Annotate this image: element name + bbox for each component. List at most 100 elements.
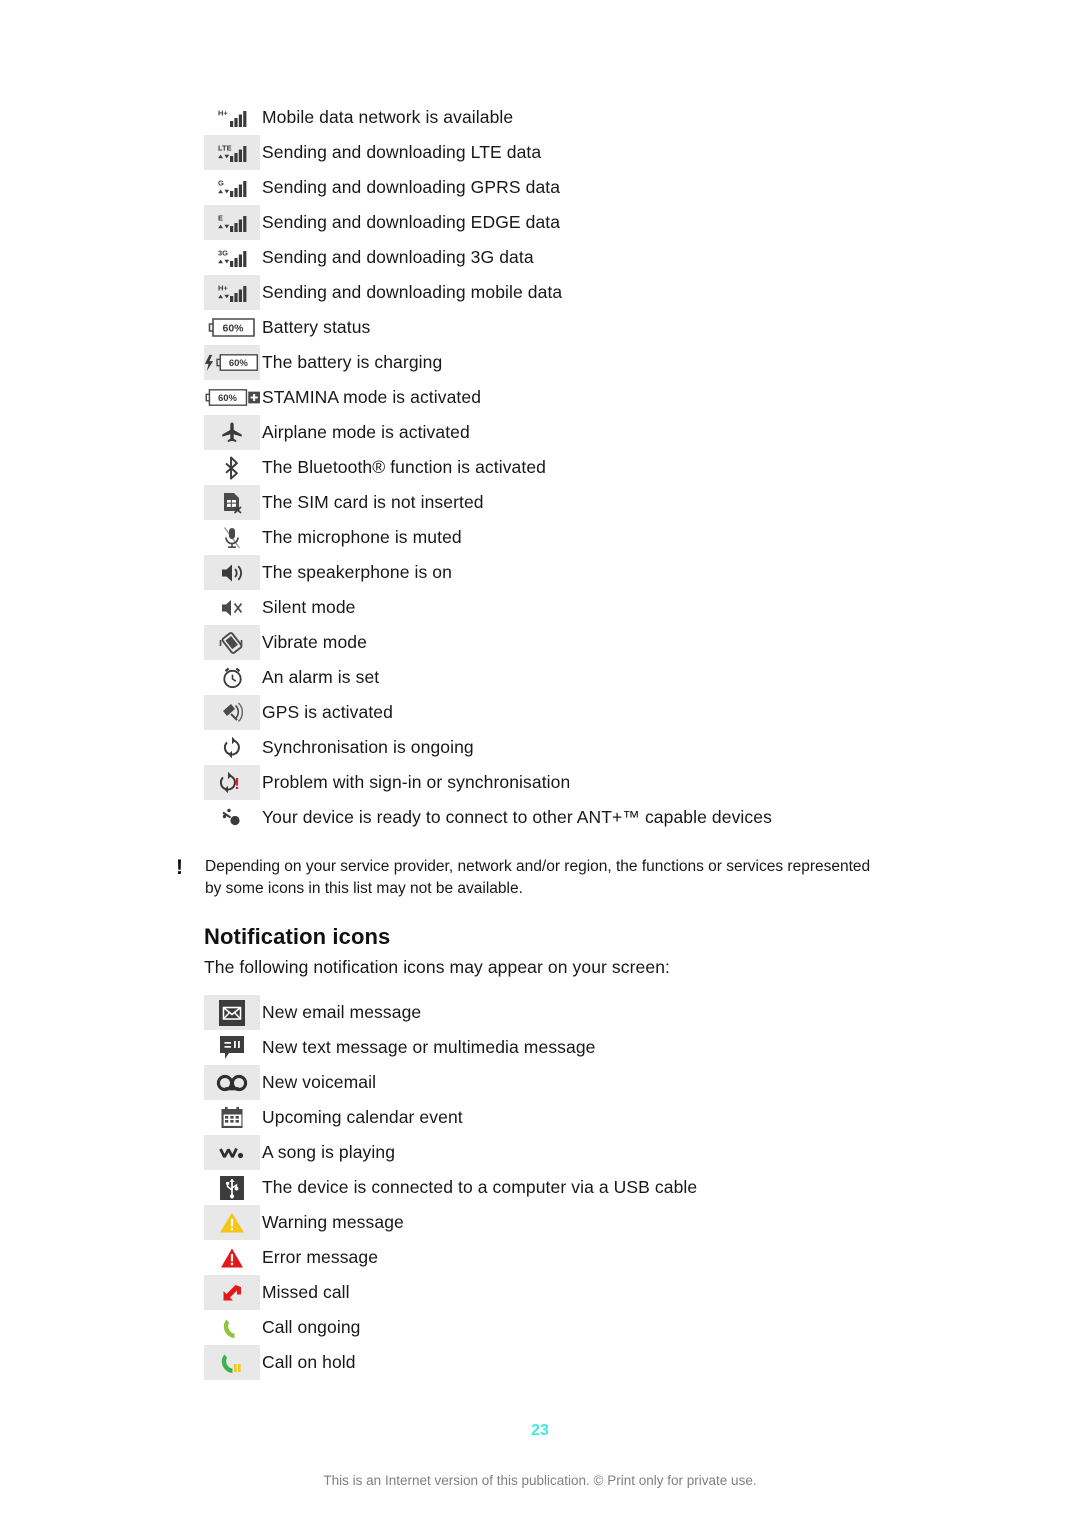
status-icons-table: H+ Mobile data network is available LTE … <box>204 100 1024 835</box>
svg-text:!: ! <box>234 776 239 793</box>
icon-description-label: The speakerphone is on <box>262 562 452 582</box>
icon-description-label: Silent mode <box>262 597 356 617</box>
icon-description-label: Synchronisation is ongoing <box>262 737 474 757</box>
table-row: Error message <box>204 1240 1024 1275</box>
svg-text:E: E <box>218 214 223 223</box>
icon-description-label: Vibrate mode <box>262 632 367 652</box>
icon-description-label: The Bluetooth® function is activated <box>262 457 547 477</box>
table-row: The device is connected to a computer vi… <box>204 1170 1024 1205</box>
icon-description-label: The microphone is muted <box>262 527 462 547</box>
table-row: Call ongoing <box>204 1310 1024 1345</box>
table-row: ! Problem with sign-in or synchronisation <box>204 765 1024 800</box>
icon-description-label: Upcoming calendar event <box>262 1107 463 1127</box>
page-title: Notification icons <box>204 924 391 949</box>
icon-description-label: New text message or multimedia message <box>262 1037 596 1057</box>
new-voicemail-icon <box>204 1065 260 1100</box>
icon-description-label: GPS is activated <box>262 702 393 722</box>
call-ongoing-icon <box>204 1310 260 1345</box>
note-exclamation-icon: ! <box>176 856 183 879</box>
manual-page: H+ Mobile data network is available LTE … <box>0 0 1080 1527</box>
table-row: Missed call <box>204 1275 1024 1310</box>
signal-mobile-data-icon: H+ <box>204 275 260 310</box>
note-block: ! Depending on your service provider, ne… <box>176 856 876 900</box>
table-row: Vibrate mode <box>204 625 1024 660</box>
icon-description-label: New voicemail <box>262 1072 377 1092</box>
icon-description-label: Sending and downloading 3G data <box>262 247 534 267</box>
gps-icon <box>204 695 260 730</box>
usb-connected-icon <box>204 1170 260 1205</box>
table-row: New voicemail <box>204 1065 1024 1100</box>
svg-text:60%: 60% <box>229 358 249 369</box>
icon-description-label: STAMINA mode is activated <box>262 387 482 407</box>
page-number: 23 <box>531 1422 549 1439</box>
table-row: Warning message <box>204 1205 1024 1240</box>
icon-description-label: Your device is ready to connect to other… <box>262 807 772 827</box>
table-row: The SIM card is not inserted <box>204 485 1024 520</box>
icon-description-label: Call on hold <box>262 1352 356 1372</box>
sim-card-missing-icon <box>204 485 260 520</box>
table-row: 60% Battery status <box>204 310 1024 345</box>
svg-text:60%: 60% <box>222 323 244 335</box>
table-row: Upcoming calendar event <box>204 1100 1024 1135</box>
calendar-event-icon <box>204 1100 260 1135</box>
icon-description-label: Missed call <box>262 1282 350 1302</box>
vibrate-mode-icon <box>204 625 260 660</box>
table-row: 60% STAMINA mode is activated <box>204 380 1024 415</box>
icon-description-label: Airplane mode is activated <box>262 422 470 442</box>
table-row: G Sending and downloading GPRS data <box>204 170 1024 205</box>
svg-text:LTE: LTE <box>218 144 232 153</box>
table-row: The speakerphone is on <box>204 555 1024 590</box>
new-text-message-icon <box>204 1030 260 1065</box>
icon-description-label: Error message <box>262 1247 379 1267</box>
warning-icon <box>204 1205 260 1240</box>
table-row: GPS is activated <box>204 695 1024 730</box>
table-row: Silent mode <box>204 590 1024 625</box>
icon-description-label: Battery status <box>262 317 371 337</box>
icon-description-label: The SIM card is not inserted <box>262 492 484 512</box>
table-row: H+ Mobile data network is available <box>204 100 1024 135</box>
table-row: Airplane mode is activated <box>204 415 1024 450</box>
table-row: 3G Sending and downloading 3G data <box>204 240 1024 275</box>
table-row: A song is playing <box>204 1135 1024 1170</box>
bluetooth-icon <box>204 450 260 485</box>
icon-description-label: Mobile data network is available <box>262 107 514 127</box>
footer-note: This is an Internet version of this publ… <box>323 1473 757 1488</box>
table-row: 60% The battery is charging <box>204 345 1024 380</box>
table-row: H+ Sending and downloading mobile data <box>204 275 1024 310</box>
signal-hplus-icon: H+ <box>204 100 260 135</box>
missed-call-icon <box>204 1275 260 1310</box>
battery-status-icon: 60% <box>204 310 260 345</box>
table-row: New email message <box>204 995 1024 1030</box>
table-row: The microphone is muted <box>204 520 1024 555</box>
table-row: An alarm is set <box>204 660 1024 695</box>
call-on-hold-icon <box>204 1345 260 1380</box>
alarm-clock-icon <box>204 660 260 695</box>
icon-description-label: The device is connected to a computer vi… <box>262 1177 698 1197</box>
svg-text:60%: 60% <box>218 393 238 404</box>
battery-charging-icon: 60% <box>204 345 260 380</box>
ant-plus-icon <box>204 800 260 835</box>
table-row: New text message or multimedia message <box>204 1030 1024 1065</box>
svg-text:H+: H+ <box>218 109 228 118</box>
airplane-mode-icon <box>204 415 260 450</box>
microphone-muted-icon <box>204 520 260 555</box>
signal-3g-data-icon: 3G <box>204 240 260 275</box>
icon-description-label: Warning message <box>262 1212 404 1232</box>
table-row: E Sending and downloading EDGE data <box>204 205 1024 240</box>
sync-icon <box>204 730 260 765</box>
error-icon <box>204 1240 260 1275</box>
icon-description-label: New email message <box>262 1002 422 1022</box>
speakerphone-icon <box>204 555 260 590</box>
svg-text:3G: 3G <box>218 249 228 258</box>
table-row: Call on hold <box>204 1345 1024 1380</box>
section-intro-text: The following notification icons may app… <box>204 957 671 977</box>
stamina-mode-icon: 60% <box>204 380 260 415</box>
icon-description-label: Sending and downloading LTE data <box>262 142 542 162</box>
notification-icons-table: New email message New text message or mu… <box>204 995 1024 1380</box>
icon-description-label: Sending and downloading GPRS data <box>262 177 561 197</box>
silent-mode-icon <box>204 590 260 625</box>
signal-edge-data-icon: E <box>204 205 260 240</box>
svg-text:G: G <box>218 179 224 188</box>
new-email-icon <box>204 995 260 1030</box>
sync-problem-icon: ! <box>204 765 260 800</box>
